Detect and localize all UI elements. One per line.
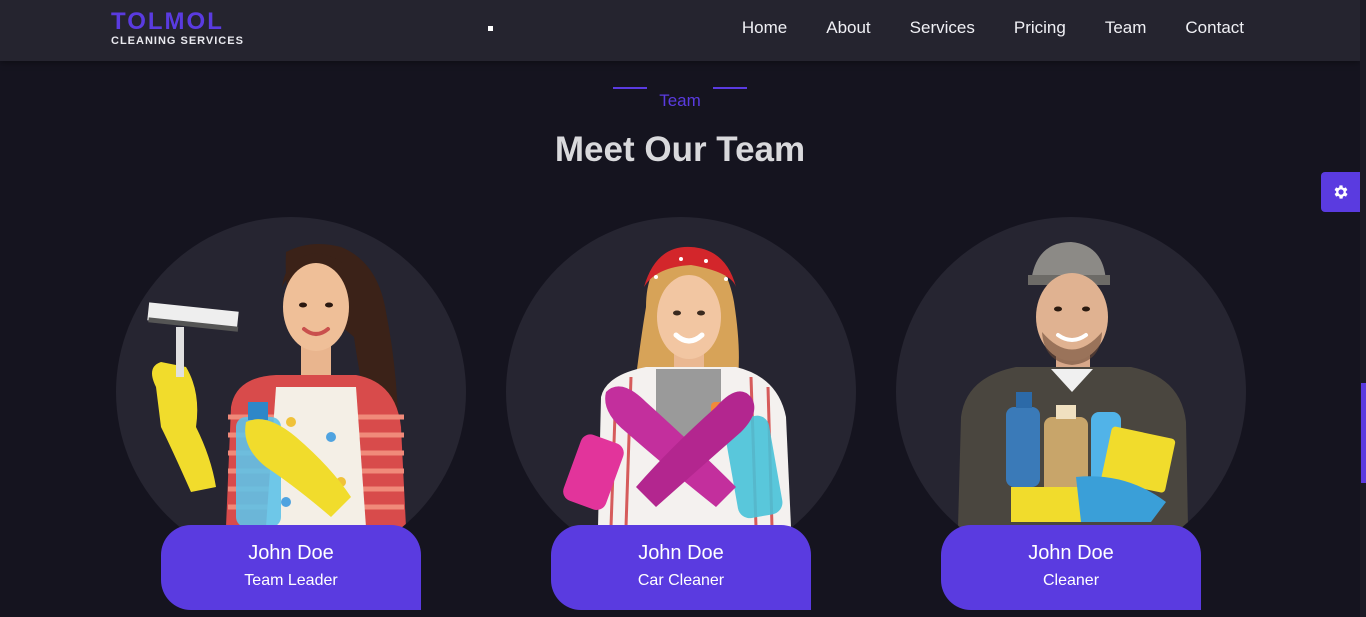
team-member-role: Car Cleaner: [637, 572, 725, 589]
team-member-name: John Doe: [1028, 542, 1114, 564]
team-card: John Doe Car Cleaner: [506, 217, 856, 610]
brand-tagline: CLEANING SERVICES: [111, 35, 244, 47]
team-card: John Doe Cleaner: [896, 217, 1246, 610]
team-member-name: John Doe: [638, 542, 724, 564]
nav-link-home[interactable]: Home: [742, 18, 787, 38]
section-tag-text: Team: [659, 91, 701, 110]
page-scrollbar[interactable]: [1360, 0, 1366, 617]
team-member-role: Cleaner: [1042, 572, 1100, 589]
scrollbar-thumb[interactable]: [1361, 383, 1366, 483]
team-member-role: Team Leader: [244, 572, 338, 589]
team-photo-circle: [116, 217, 466, 567]
team-card-label: John Doe Team Leader: [161, 525, 421, 610]
settings-button[interactable]: [1321, 172, 1361, 212]
team-member-photo: [563, 246, 791, 528]
team-member-name: John Doe: [248, 542, 334, 564]
section-tag: Team: [0, 86, 1360, 110]
nav-dot: [488, 26, 493, 31]
nav-menu: Home About Services Pricing Team Contact: [703, 18, 1244, 38]
tag-line-right: [713, 87, 748, 89]
team-member-photo: [958, 242, 1188, 527]
section-title: Meet Our Team: [554, 130, 806, 169]
nav-link-about[interactable]: About: [826, 18, 870, 38]
brand-name: TOLMOL: [111, 8, 224, 35]
nav-link-services[interactable]: Services: [910, 18, 975, 38]
tag-line-left: [612, 87, 647, 89]
team-member-photo: [147, 243, 406, 527]
team-photo-circle: [896, 217, 1246, 567]
nav-link-pricing[interactable]: Pricing: [1014, 18, 1066, 38]
team-card: John Doe Team Leader: [116, 217, 466, 610]
nav-link-team[interactable]: Team: [1105, 18, 1147, 38]
nav-link-contact[interactable]: Contact: [1185, 18, 1244, 38]
team-card-label: John Doe Car Cleaner: [551, 525, 811, 610]
gear-icon: [1334, 185, 1348, 199]
navbar: TOLMOL CLEANING SERVICES Home About Serv…: [0, 0, 1360, 61]
team-photo-circle: [506, 217, 856, 567]
team-card-label: John Doe Cleaner: [941, 525, 1201, 610]
brand-logo[interactable]: TOLMOL CLEANING SERVICES: [111, 8, 244, 48]
